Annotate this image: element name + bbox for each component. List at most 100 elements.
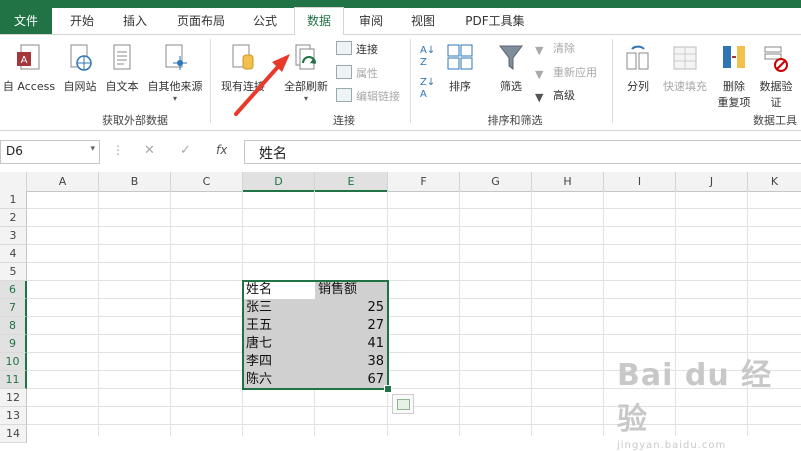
column-header-j[interactable]: J	[676, 172, 748, 192]
from-text-label: 自文本	[105, 80, 139, 93]
row-header-1[interactable]: 1	[0, 191, 27, 209]
data-validation-icon	[764, 46, 788, 72]
column-header-d[interactable]: D	[243, 172, 315, 192]
gridline	[603, 191, 604, 436]
tab-insert[interactable]: 插入	[113, 8, 157, 34]
column-header-h[interactable]: H	[532, 172, 604, 192]
row-header-3[interactable]: 3	[0, 227, 27, 245]
cell-d11[interactable]: 陈六	[243, 371, 315, 389]
sort-z-to-a-button[interactable]: Z↓ A	[420, 77, 435, 101]
remove-duplicates-label-2: 重复项	[717, 96, 751, 109]
flash-fill-label: 快速填充	[663, 80, 707, 93]
from-web-button[interactable]: 自网站	[60, 43, 100, 94]
gridline	[27, 262, 801, 263]
row-header-6[interactable]: 6	[0, 281, 27, 299]
from-text-button[interactable]: 自文本	[102, 43, 142, 94]
baidu-jingyan-watermark: Bai du 经验 jingyan.baidu.com	[617, 350, 797, 451]
clear-filter-button[interactable]: ▼ 清除	[535, 41, 575, 57]
column-header-f[interactable]: F	[388, 172, 460, 192]
from-other-sources-button[interactable]: 自其他来源 ▾	[144, 43, 206, 103]
chevron-down-icon[interactable]: ▾	[90, 144, 95, 154]
title-strip	[0, 0, 801, 8]
ribbon-tab-bar: 文件 开始 插入 页面布局 公式 数据 审阅 视图 PDF工具集	[0, 7, 801, 36]
row-header-7[interactable]: 7	[0, 299, 27, 317]
reapply-button[interactable]: ▼ 重新应用	[535, 65, 597, 81]
column-header-g[interactable]: G	[460, 172, 532, 192]
tab-pdf-tools[interactable]: PDF工具集	[455, 8, 535, 34]
remove-duplicates-button[interactable]: 删除 重复项	[714, 43, 754, 110]
gridline	[27, 208, 801, 209]
text-to-columns-label: 分列	[627, 80, 649, 93]
fill-handle[interactable]	[384, 385, 392, 393]
group-label-connections: 连接	[333, 114, 355, 127]
connections-button[interactable]: 连接	[336, 41, 378, 58]
flash-fill-button[interactable]: 快速填充	[660, 43, 710, 94]
tab-home[interactable]: 开始	[60, 8, 104, 34]
properties-button[interactable]: 属性	[336, 65, 378, 82]
insert-function-icon[interactable]: fx	[216, 143, 227, 157]
watermark-main: Bai du 经验	[617, 358, 773, 437]
from-other-sources-label: 自其他来源	[147, 80, 203, 93]
enter-icon[interactable]: ✓	[180, 143, 191, 158]
row-header-5[interactable]: 5	[0, 263, 27, 281]
row-header-4[interactable]: 4	[0, 245, 27, 263]
gridline	[531, 191, 532, 436]
row-header-8[interactable]: 8	[0, 317, 27, 335]
cancel-icon[interactable]: ✕	[144, 143, 155, 158]
column-header-e[interactable]: E	[315, 172, 388, 192]
from-access-button[interactable]: A 自 Access	[0, 43, 58, 94]
access-icon: A	[17, 44, 40, 70]
gridline	[27, 334, 801, 335]
cell-e7[interactable]: 25	[315, 299, 387, 317]
row-header-11[interactable]: 11	[0, 371, 27, 389]
tab-review[interactable]: 审阅	[349, 8, 393, 34]
tab-data[interactable]: 数据	[294, 7, 344, 36]
row-header-10[interactable]: 10	[0, 353, 27, 371]
cell-e8[interactable]: 27	[315, 317, 387, 335]
name-box[interactable]: D6 ▾	[0, 140, 100, 164]
formula-input[interactable]: 姓名	[244, 140, 801, 164]
cell-e6[interactable]: 销售额	[315, 281, 387, 299]
cell-d6[interactable]: 姓名	[243, 281, 315, 299]
formula-value: 姓名	[259, 146, 287, 162]
row-header-13[interactable]: 13	[0, 407, 27, 425]
edit-links-button[interactable]: 编辑链接	[336, 88, 400, 105]
sort-button[interactable]: 排序	[444, 43, 476, 94]
column-header-k[interactable]: K	[748, 172, 801, 192]
group-label-sort-filter: 排序和筛选	[487, 114, 543, 127]
cell-d10[interactable]: 李四	[243, 353, 315, 371]
tab-view[interactable]: 视图	[401, 8, 445, 34]
cell-d7[interactable]: 张三	[243, 299, 315, 317]
cell-e11[interactable]: 67	[315, 371, 387, 389]
ribbon-separator	[612, 39, 613, 123]
reapply-label: 重新应用	[553, 66, 597, 79]
ribbon: A 自 Access 自网站 自文本 自其他来源 ▾ 现有连接 获取外部数据 全…	[0, 35, 801, 131]
text-to-columns-button[interactable]: 分列	[620, 43, 656, 94]
column-header-i[interactable]: I	[604, 172, 676, 192]
row-header-9[interactable]: 9	[0, 335, 27, 353]
tab-formulas[interactable]: 公式	[243, 8, 287, 34]
column-header-b[interactable]: B	[99, 172, 171, 192]
cell-d8[interactable]: 王五	[243, 317, 315, 335]
worksheet-grid[interactable]: A B C D E F G H I J K 1 2 3 4 5 6 7 8 9 …	[0, 172, 801, 451]
advanced-filter-button[interactable]: ▼ 高级	[535, 88, 575, 104]
row-header-14[interactable]: 14	[0, 425, 27, 443]
column-header-c[interactable]: C	[171, 172, 243, 192]
gridline	[98, 191, 99, 436]
more-options-icon[interactable]: ⋮	[112, 143, 124, 157]
row-header-2[interactable]: 2	[0, 209, 27, 227]
column-header-a[interactable]: A	[27, 172, 99, 192]
reapply-icon: ▼	[535, 68, 544, 81]
tab-file[interactable]: 文件	[0, 8, 52, 34]
cell-e9[interactable]: 41	[315, 335, 387, 353]
data-validation-button[interactable]: 数据验 证	[756, 43, 796, 110]
group-label-data-tools: 数据工具	[753, 114, 797, 127]
cell-d9[interactable]: 唐七	[243, 335, 315, 353]
select-all-corner[interactable]	[0, 172, 27, 192]
cell-e10[interactable]: 38	[315, 353, 387, 371]
quick-analysis-icon[interactable]	[392, 394, 414, 414]
row-header-12[interactable]: 12	[0, 389, 27, 407]
sort-a-to-z-button[interactable]: A↓ Z	[420, 45, 435, 69]
filter-button[interactable]: 筛选	[494, 43, 528, 94]
tab-page-layout[interactable]: 页面布局	[168, 8, 234, 34]
